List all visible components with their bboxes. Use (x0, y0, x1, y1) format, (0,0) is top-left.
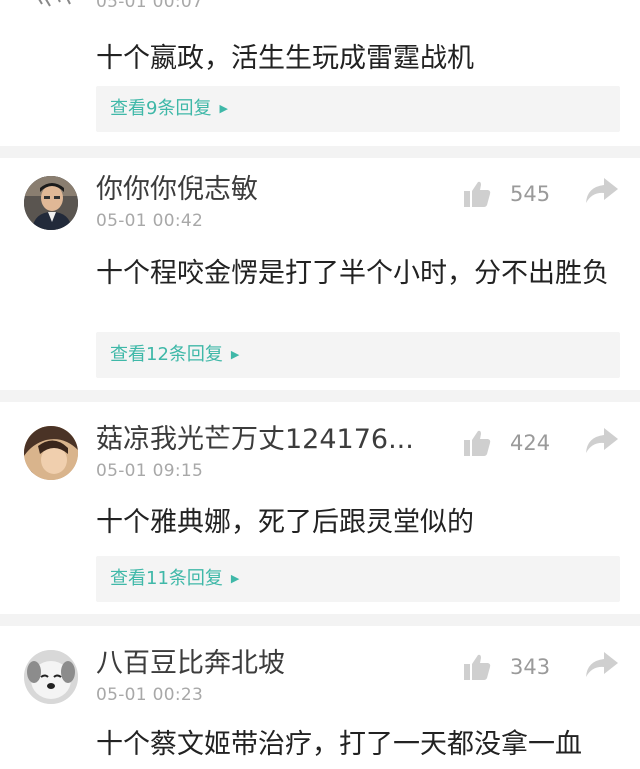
divider (0, 390, 640, 402)
chevron-right-icon: ▶ (219, 102, 228, 115)
chevron-right-icon: ▶ (230, 348, 240, 361)
like-count: 343 (510, 655, 551, 679)
divider (0, 614, 640, 626)
chevron-right-icon: ▶ (230, 572, 240, 585)
thumbs-up-icon (464, 430, 491, 456)
reply-box[interactable]: 查看12条回复 ▶ (96, 332, 620, 378)
comment-time: 05-01 09:15 (96, 461, 204, 481)
comment-time: 05-01 00:23 (96, 685, 204, 705)
thumbs-up-icon (464, 181, 491, 207)
comment-content: 十个蔡文姬带治疗，打了一天都没拿一血 (96, 729, 582, 760)
comment-time: 05-01 00:07 (96, 0, 204, 12)
divider (0, 146, 640, 158)
share-arrow-icon[interactable] (584, 650, 620, 680)
like-button[interactable]: 424 (462, 427, 562, 459)
thumbs-up-icon (464, 654, 491, 680)
like-count: 424 (510, 431, 551, 455)
comment-time: 05-01 00:42 (96, 211, 204, 231)
share-arrow-icon[interactable] (584, 176, 620, 206)
comment-username[interactable]: 八百豆比奔北坡 (96, 648, 285, 680)
like-button[interactable]: 343 (462, 651, 562, 683)
view-replies-link[interactable]: 查看12条回复 ▶ (110, 343, 239, 367)
avatar[interactable] (24, 176, 78, 230)
comment-feed: 05-01 00:07 十个嬴政，活生生玩成雷霆战机 查看9条回复 ▶ 你你你倪志… (0, 0, 640, 769)
comment-content: 十个程咬金愣是打了半个小时，分不出胜负 (96, 258, 609, 289)
reply-box[interactable]: 查看11条回复 ▶ (96, 556, 620, 602)
partial-avatar-icon (30, 0, 76, 12)
avatar[interactable] (24, 426, 78, 480)
like-button[interactable]: 545 (462, 178, 562, 210)
reply-box[interactable]: 查看9条回复 ▶ (96, 86, 620, 132)
comment-username[interactable]: 你你你倪志敏 (96, 174, 258, 206)
share-arrow-icon[interactable] (584, 426, 620, 456)
view-replies-link[interactable]: 查看9条回复 ▶ (110, 97, 228, 121)
avatar[interactable] (24, 650, 78, 704)
comment-username[interactable]: 菇凉我光芒万丈124176... (96, 424, 414, 456)
view-replies-link[interactable]: 查看11条回复 ▶ (110, 567, 239, 591)
comment-content: 十个嬴政，活生生玩成雷霆战机 (96, 43, 474, 74)
like-count: 545 (510, 182, 551, 206)
comment-content: 十个雅典娜，死了后跟灵堂似的 (96, 507, 474, 538)
